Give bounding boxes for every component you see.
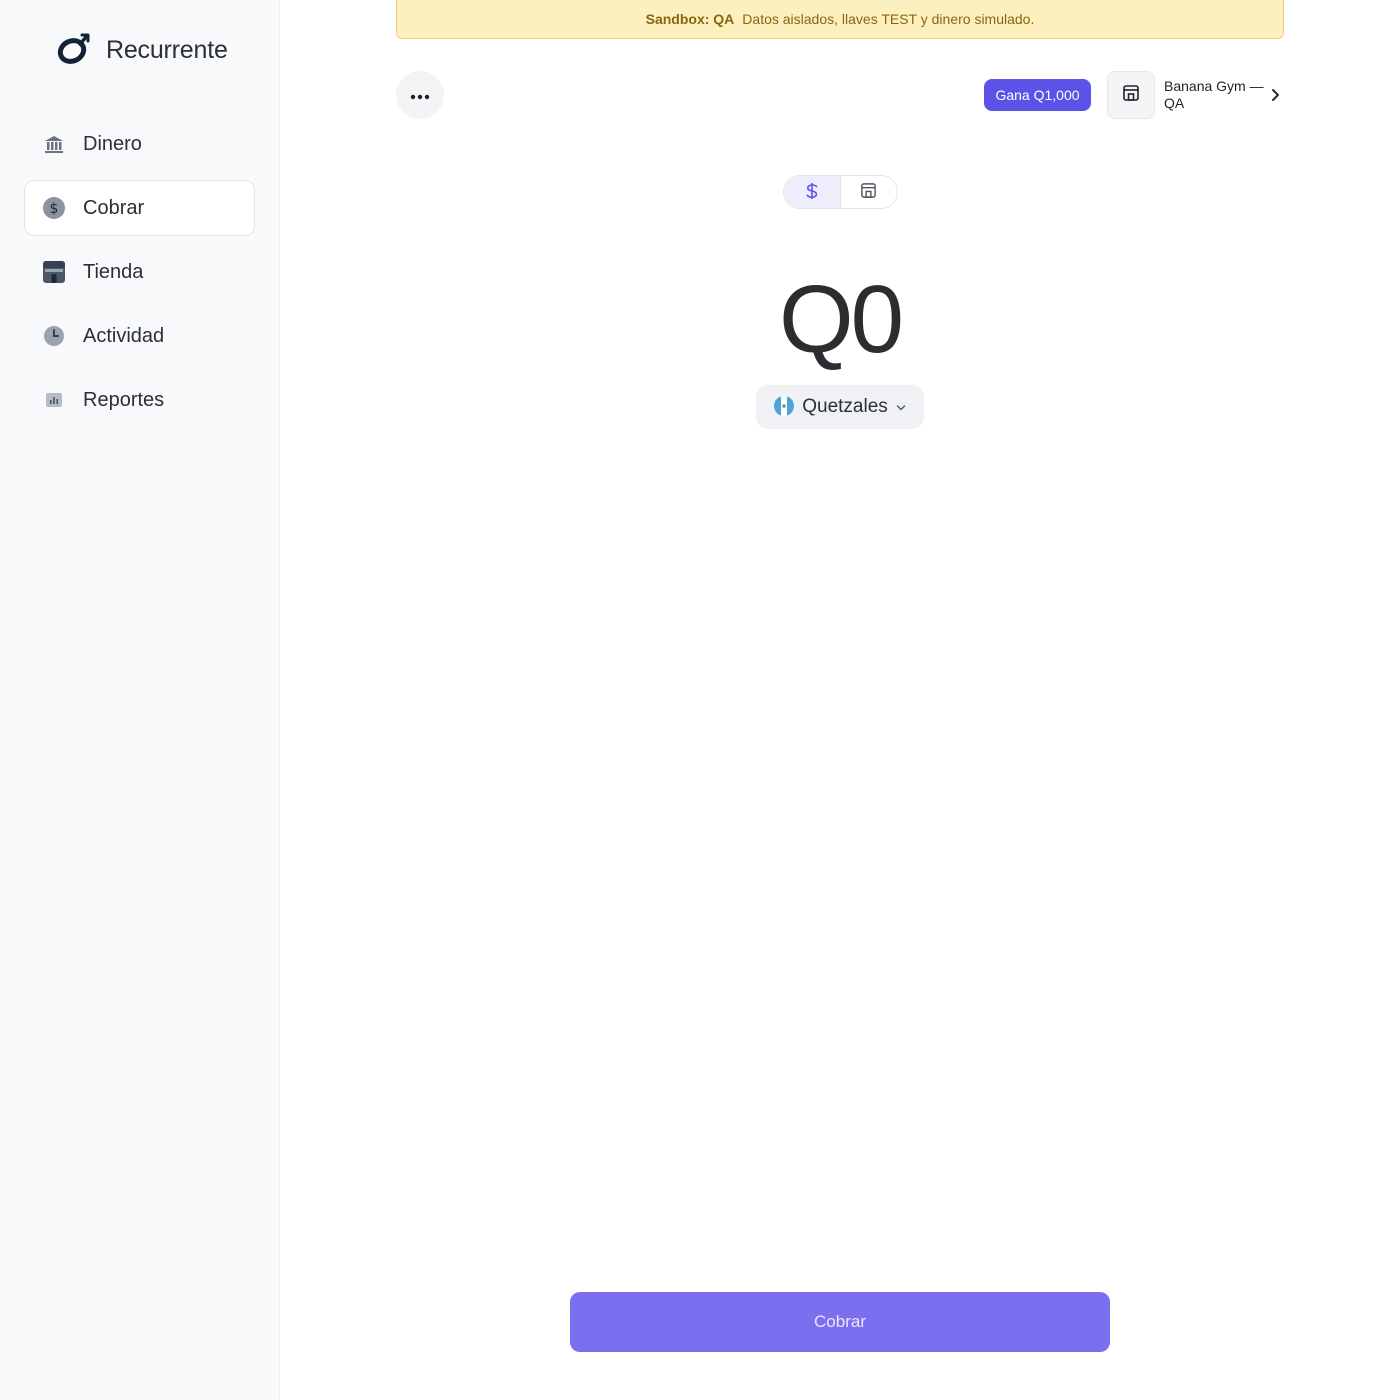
- sidebar-item-label: Tienda: [83, 260, 144, 283]
- sidebar-item-label: Dinero: [83, 132, 142, 155]
- sidebar-item-label: Actividad: [83, 324, 165, 347]
- dollar-circle-icon: $: [41, 195, 67, 221]
- sidebar-item-dinero[interactable]: Dinero: [24, 116, 255, 172]
- chevron-right-icon: [1270, 88, 1280, 102]
- mode-amount-button[interactable]: [784, 176, 841, 208]
- dollar-icon: [805, 182, 819, 203]
- banner-env-label: Sandbox: QA: [645, 11, 735, 27]
- charge-button[interactable]: Cobrar: [570, 1292, 1110, 1352]
- guatemala-flag-icon: [774, 395, 795, 419]
- svg-text:$: $: [50, 201, 59, 217]
- sidebar-item-tienda[interactable]: Tienda: [24, 244, 255, 300]
- merchant-switcher[interactable]: Banana Gym — QA: [1107, 71, 1287, 119]
- sidebar-item-cobrar[interactable]: $ Cobrar: [24, 180, 255, 236]
- sandbox-banner: Sandbox: QA Datos aislados, llaves TEST …: [396, 0, 1284, 39]
- bank-icon: [41, 131, 67, 157]
- payment-mode-toggle: [783, 175, 898, 209]
- chevron-down-icon: [896, 400, 906, 415]
- sidebar-nav: Dinero $ Cobrar Tienda Actividad Reporte…: [24, 116, 255, 436]
- sidebar-item-label: Reportes: [83, 388, 165, 411]
- sidebar-item-label: Cobrar: [83, 196, 145, 219]
- earn-referral-button[interactable]: Gana Q1,000: [984, 79, 1091, 111]
- report-icon: [41, 387, 67, 413]
- sidebar-item-reportes[interactable]: Reportes: [24, 372, 255, 428]
- clock-icon: [41, 323, 67, 349]
- sidebar: Recurrente Dinero $ Cobrar Tienda Activi…: [0, 0, 280, 1400]
- sidebar-item-actividad[interactable]: Actividad: [24, 308, 255, 364]
- merchant-avatar: [1107, 71, 1155, 119]
- merchant-name: Banana Gym — QA: [1164, 78, 1264, 111]
- amount-display: Q0: [778, 266, 904, 373]
- currency-selector[interactable]: Quetzales: [756, 385, 924, 429]
- recurrente-logo-icon: [52, 29, 94, 71]
- banner-text: Datos aislados, llaves TEST y dinero sim…: [742, 11, 1035, 27]
- storefront-icon: [860, 182, 877, 202]
- currency-label: Quetzales: [802, 396, 888, 417]
- brand[interactable]: Recurrente: [52, 28, 228, 72]
- store-icon: [41, 259, 67, 285]
- storefront-icon: [1122, 84, 1140, 107]
- more-options-button[interactable]: [396, 71, 444, 119]
- ellipsis-icon: [410, 88, 430, 103]
- mode-store-button[interactable]: [841, 176, 898, 208]
- brand-name: Recurrente: [106, 35, 228, 64]
